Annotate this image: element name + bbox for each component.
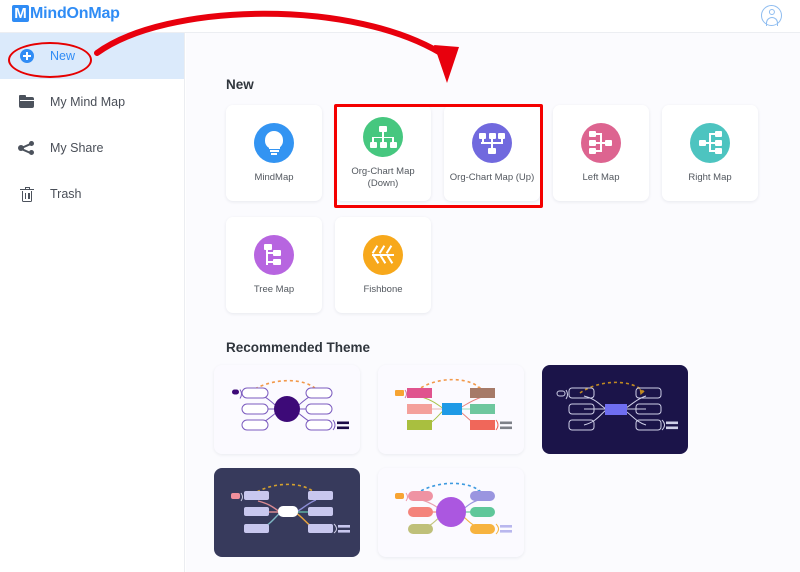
right-map-icon — [690, 122, 730, 163]
card-right-map-label: Right Map — [688, 171, 732, 183]
card-right-map[interactable]: Right Map — [662, 105, 758, 201]
sidebar-item-new-label: New — [50, 49, 76, 63]
logo-text: MindOnMap — [30, 5, 120, 22]
card-mindmap[interactable]: MindMap — [226, 105, 322, 201]
sidebar-item-new[interactable]: New — [0, 33, 184, 79]
card-left-map-label: Left Map — [582, 171, 620, 183]
tree-map-icon — [254, 234, 294, 275]
card-tree-map[interactable]: Tree Map — [226, 217, 322, 313]
card-org-chart-down-label: Org-Chart Map (Down) — [351, 166, 415, 189]
app-window: MindOnMap New My Mind Map — [0, 0, 800, 572]
sidebar-item-my-share[interactable]: My Share — [0, 125, 184, 171]
share-icon — [18, 138, 38, 158]
theme-preview-5 — [395, 482, 512, 535]
avatar-head — [768, 9, 775, 16]
sidebar-item-my-share-label: My Share — [50, 141, 104, 155]
left-map-icon — [581, 122, 621, 163]
card-org-chart-down[interactable]: Org-Chart Map (Down) — [335, 105, 431, 201]
recommended-theme-grid — [214, 365, 790, 557]
plus-circle-icon — [18, 46, 38, 66]
theme-preview-2 — [395, 378, 512, 431]
lightbulb-icon — [254, 122, 294, 163]
theme-preview-1 — [232, 379, 349, 431]
theme-card-colorful-blocks-light[interactable] — [378, 365, 524, 454]
trash-icon — [18, 184, 38, 204]
card-org-chart-up[interactable]: Org-Chart Map (Up) — [444, 105, 540, 201]
user-avatar-icon[interactable] — [761, 5, 782, 26]
card-tree-map-label: Tree Map — [253, 283, 295, 295]
recommended-theme-title: Recommended Theme — [226, 340, 371, 355]
theme-card-violet-circle-light[interactable] — [378, 468, 524, 557]
card-left-map[interactable]: Left Map — [553, 105, 649, 201]
new-template-grid: MindMap Org-Chart Map (Down) Org-Chart M… — [226, 105, 786, 313]
org-chart-down-icon — [363, 117, 403, 157]
theme-preview-4 — [231, 483, 350, 534]
new-section-title: New — [226, 77, 254, 92]
app-logo[interactable]: MindOnMap — [12, 4, 120, 23]
org-chart-up-icon — [472, 122, 512, 163]
avatar-body — [765, 17, 778, 26]
logo-mark-icon — [12, 4, 29, 23]
theme-card-navy-dark[interactable] — [542, 365, 688, 454]
theme-card-slate-dark[interactable] — [214, 468, 360, 557]
sidebar-item-my-mind-map-label: My Mind Map — [50, 95, 126, 109]
card-mindmap-label: MindMap — [254, 171, 294, 183]
app-header: MindOnMap — [0, 0, 800, 33]
card-fishbone[interactable]: Fishbone — [335, 217, 431, 313]
sidebar-item-trash[interactable]: Trash — [0, 171, 184, 217]
folder-icon — [18, 92, 38, 112]
theme-card-purple-circle-light[interactable] — [214, 365, 360, 454]
sidebar-item-trash-label: Trash — [50, 187, 82, 201]
main-content: New MindMap Org-Chart Map (Down) Org-Cha… — [186, 33, 800, 572]
sidebar-item-my-mind-map[interactable]: My Mind Map — [0, 79, 184, 125]
card-org-chart-up-label: Org-Chart Map (Up) — [449, 171, 535, 183]
sidebar: New My Mind Map My Share Trash — [0, 33, 185, 572]
card-fishbone-label: Fishbone — [363, 283, 403, 295]
theme-preview-3 — [556, 381, 678, 431]
fishbone-icon — [363, 234, 403, 275]
